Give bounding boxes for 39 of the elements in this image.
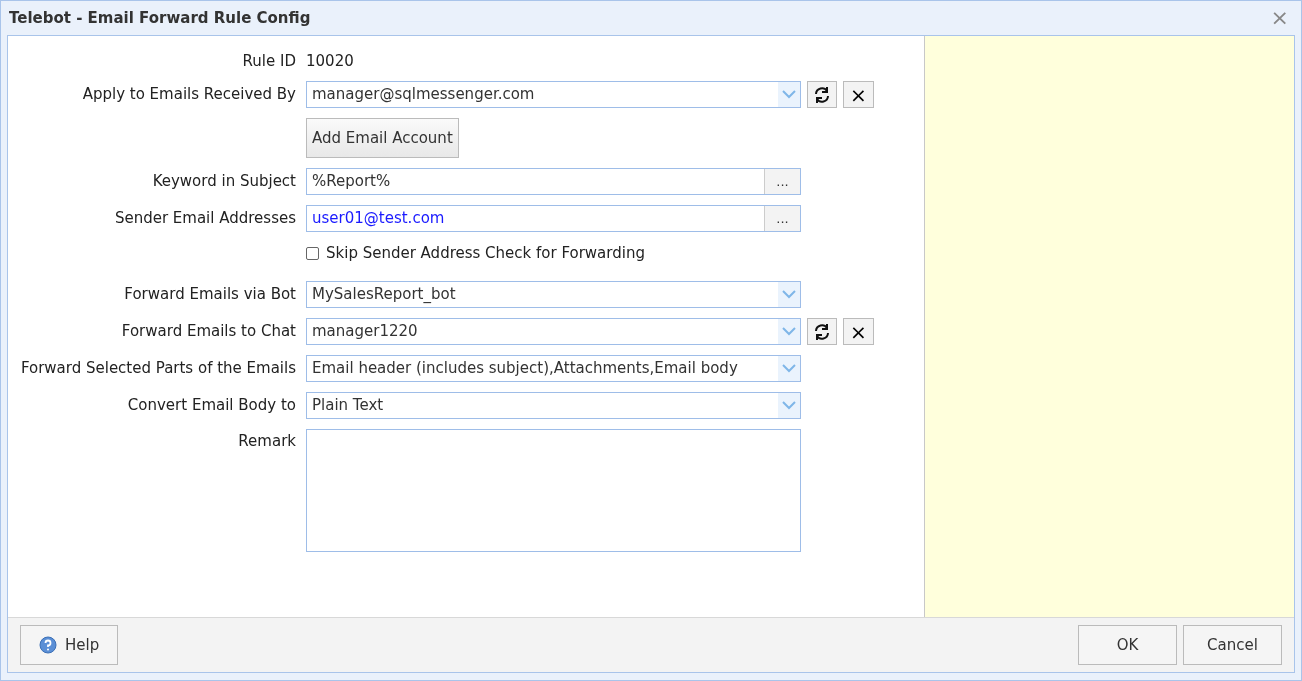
field-label: Remark bbox=[238, 432, 296, 450]
field-label: Forward Emails via Bot bbox=[124, 285, 296, 303]
field-label: Sender Email Addresses bbox=[114, 209, 296, 227]
checkbox[interactable] bbox=[306, 246, 319, 260]
clear-button[interactable]: × bbox=[843, 81, 874, 108]
refresh-icon bbox=[813, 85, 831, 104]
chevron-down-icon bbox=[782, 401, 796, 410]
help-icon bbox=[39, 636, 57, 654]
dropdown[interactable]: manager@sqlmessenger.com bbox=[306, 81, 801, 108]
checkbox-label: Skip Sender Address Check for Forwarding bbox=[326, 242, 645, 264]
field-label: Convert Email Body to bbox=[127, 396, 296, 414]
rule-id-value: 10020 bbox=[306, 51, 354, 71]
text-field[interactable]: user01@test.com ... bbox=[306, 205, 801, 232]
refresh-button[interactable] bbox=[807, 318, 837, 345]
add-account-button[interactable]: Add Email Account bbox=[306, 118, 459, 158]
chevron-down-icon bbox=[782, 327, 796, 336]
field-label: Forward Emails to Chat bbox=[121, 322, 296, 340]
ok-button[interactable]: OK bbox=[1078, 625, 1177, 665]
field-label: Rule ID bbox=[242, 52, 296, 70]
help-button[interactable]: Help bbox=[20, 625, 119, 665]
refresh-button[interactable] bbox=[807, 81, 837, 108]
chevron-down-icon bbox=[782, 90, 796, 99]
cancel-button[interactable]: Cancel bbox=[1183, 625, 1282, 665]
clear-button[interactable]: × bbox=[843, 318, 874, 345]
field-label: Apply to Emails Received By bbox=[82, 85, 296, 103]
text-field[interactable]: %Report% ... bbox=[306, 168, 801, 195]
dropdown[interactable]: Plain Text bbox=[306, 392, 801, 419]
browse-button[interactable]: ... bbox=[764, 169, 800, 194]
chevron-down-icon bbox=[782, 290, 796, 299]
dropdown[interactable]: MySalesReport_bot bbox=[306, 281, 801, 308]
refresh-icon bbox=[813, 322, 831, 341]
browse-button[interactable]: ... bbox=[764, 206, 800, 231]
remark-field[interactable] bbox=[306, 429, 801, 552]
chevron-down-icon bbox=[782, 364, 796, 373]
dropdown[interactable]: Email header (includes subject),Attachments,Email body bbox=[306, 355, 801, 382]
window-title: Telebot - Email Forward Rule Config bbox=[9, 7, 311, 29]
field-label: Forward Selected Parts of the Emails bbox=[20, 359, 296, 377]
field-label: Keyword in Subject bbox=[152, 172, 296, 190]
dropdown[interactable]: manager1220 bbox=[306, 318, 801, 345]
